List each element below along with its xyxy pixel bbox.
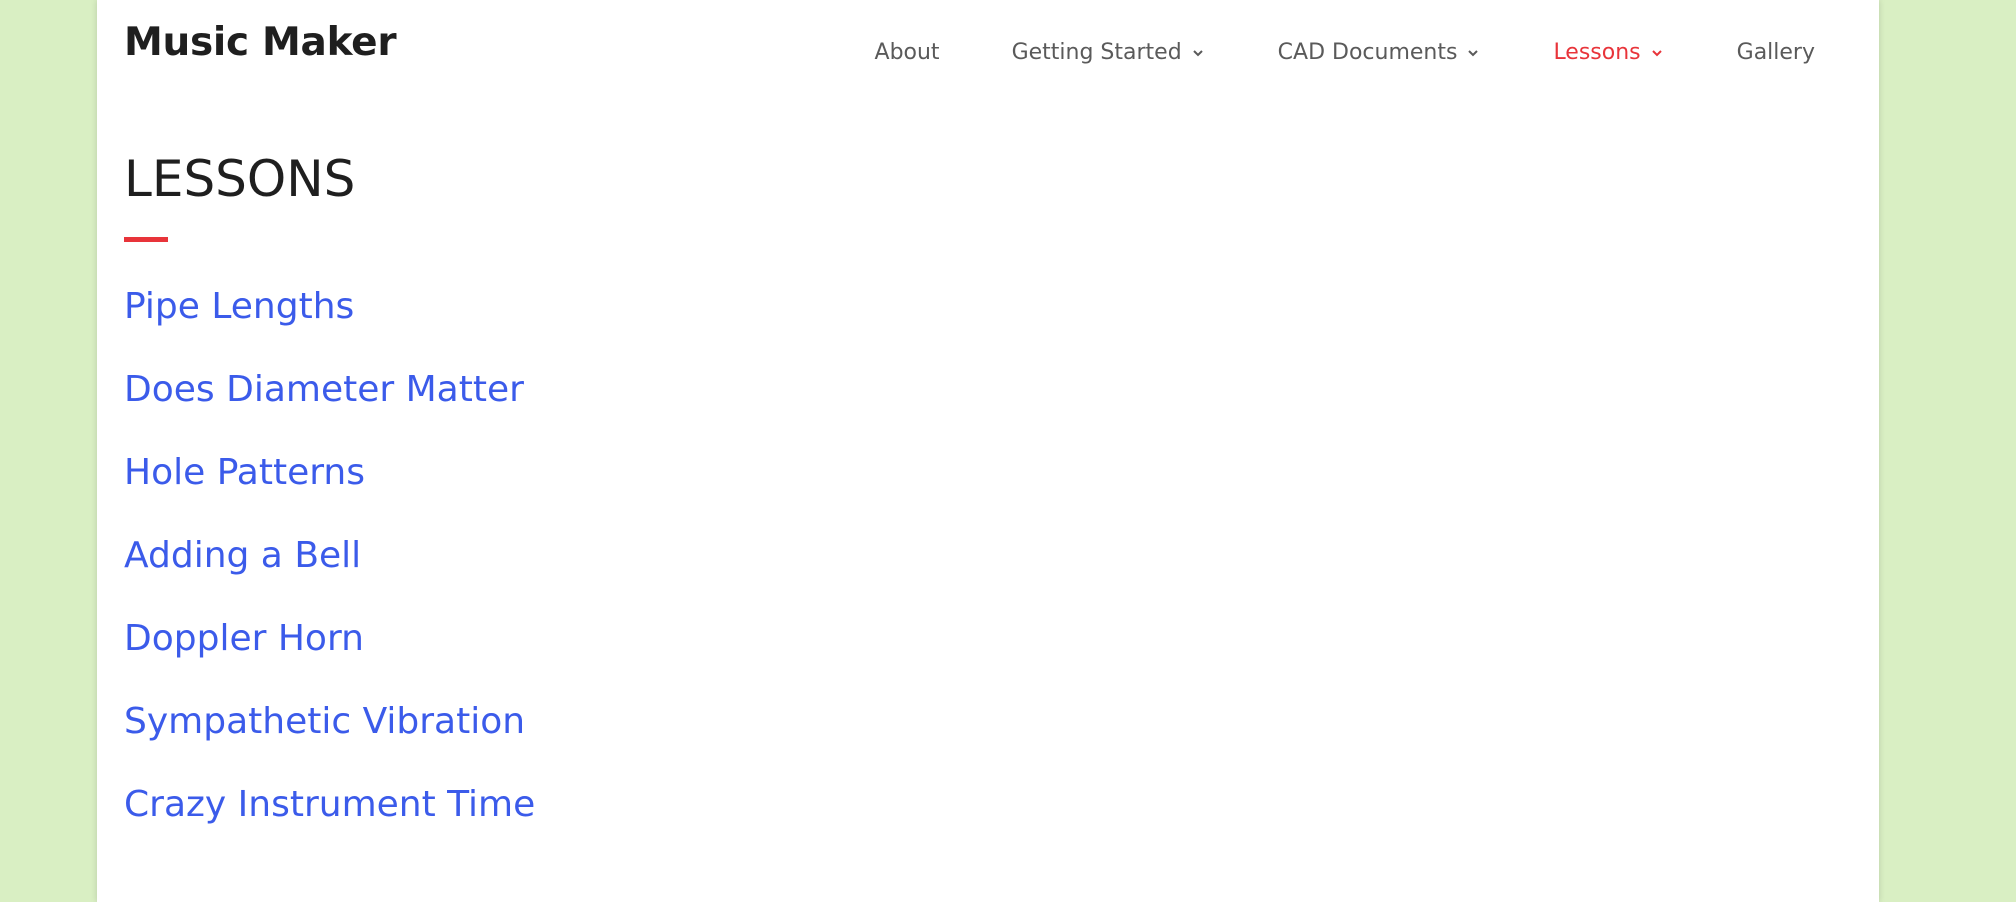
page-container: Music Maker About Getting Started CAD Do…	[97, 0, 1879, 902]
nav-item-label: CAD Documents	[1277, 40, 1458, 65]
nav-item-label: Gallery	[1736, 40, 1815, 65]
list-item: Adding a Bell	[124, 535, 535, 618]
lesson-link-adding-a-bell[interactable]: Adding a Bell	[124, 535, 361, 576]
chevron-down-icon	[1190, 45, 1206, 61]
list-item: Doppler Horn	[124, 618, 535, 701]
chevron-down-icon	[1465, 45, 1481, 61]
heading-underline	[124, 237, 168, 242]
lesson-link-doppler-horn[interactable]: Doppler Horn	[124, 618, 364, 659]
nav-item-label: Lessons	[1553, 40, 1641, 65]
chevron-down-icon	[1649, 45, 1665, 61]
list-item: Pipe Lengths	[124, 286, 535, 369]
lesson-link-pipe-lengths[interactable]: Pipe Lengths	[124, 286, 354, 327]
site-title[interactable]: Music Maker	[124, 20, 397, 65]
list-item: Crazy Instrument Time	[124, 784, 535, 867]
nav-item-gallery[interactable]: Gallery	[1737, 40, 1815, 65]
nav-item-about[interactable]: About	[875, 40, 940, 65]
lesson-link-crazy-instrument-time[interactable]: Crazy Instrument Time	[124, 784, 535, 825]
main-nav: About Getting Started CAD Documents Less…	[875, 40, 1815, 65]
page-title: LESSONS	[124, 150, 356, 208]
list-item: Hole Patterns	[124, 452, 535, 535]
list-item: Does Diameter Matter	[124, 369, 535, 452]
nav-item-label: About	[874, 40, 940, 65]
lesson-link-sympathetic-vibration[interactable]: Sympathetic Vibration	[124, 701, 525, 742]
lesson-list: Pipe Lengths Does Diameter Matter Hole P…	[124, 286, 535, 867]
lesson-link-does-diameter-matter[interactable]: Does Diameter Matter	[124, 369, 524, 410]
nav-item-cad-documents[interactable]: CAD Documents	[1278, 40, 1482, 65]
nav-item-label: Getting Started	[1011, 40, 1182, 65]
nav-item-lessons[interactable]: Lessons	[1553, 40, 1664, 65]
lesson-link-hole-patterns[interactable]: Hole Patterns	[124, 452, 365, 493]
nav-item-getting-started[interactable]: Getting Started	[1012, 40, 1206, 65]
list-item: Sympathetic Vibration	[124, 701, 535, 784]
